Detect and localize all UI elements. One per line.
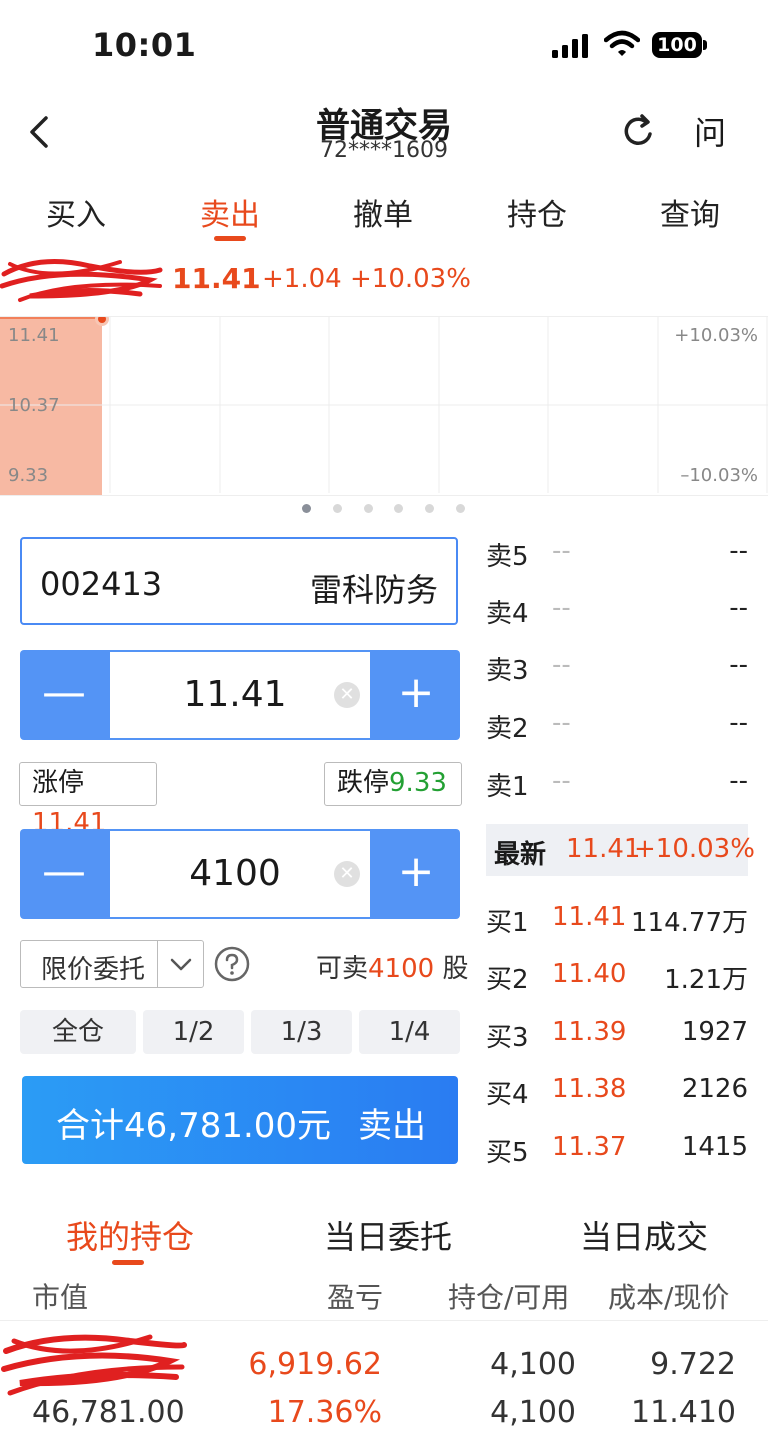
question-icon[interactable]: [214, 946, 250, 982]
price-field[interactable]: 11.41 ✕: [110, 652, 370, 738]
clear-price-icon[interactable]: ✕: [334, 682, 360, 708]
tab-today-trades[interactable]: 当日成交: [580, 1212, 708, 1258]
help-link[interactable]: 问: [694, 108, 726, 154]
quantity-value: 4100: [189, 853, 281, 894]
avail-unit: 股: [442, 954, 469, 984]
battery-icon: 100: [652, 32, 708, 58]
tab-query[interactable]: 查询: [630, 190, 750, 234]
intraday-chart[interactable]: 11.41 10.37 9.33 +10.03% –10.03%: [0, 316, 768, 496]
order-type-value: 限价委托: [41, 955, 146, 985]
holding-row[interactable]: 46,781.00 6,919.62 17.36% 4,100 4,100 9.…: [0, 1320, 768, 1435]
quote-row: 11.41 +1.04 +10.03%: [0, 250, 768, 310]
redacted-stock-name: [0, 259, 163, 302]
ask-row-2[interactable]: 卖2 -- --: [486, 696, 748, 754]
tab-my-holdings[interactable]: 我的持仓: [66, 1212, 194, 1258]
bid-row-1[interactable]: 买1 11.41 114.77万: [486, 890, 748, 948]
tab-cancel[interactable]: 撤单: [323, 190, 443, 234]
stock-name: 雷科防务: [309, 571, 438, 609]
limit-down-button[interactable]: 跌停9.33: [324, 762, 462, 806]
account-number: 72****1609: [320, 138, 448, 163]
quantity-decrease-button[interactable]: —: [20, 829, 108, 919]
redacted-holding-name: [1, 1334, 187, 1396]
active-bottom-tab-indicator: [112, 1260, 144, 1265]
quarter-position-button[interactable]: 1/4: [359, 1010, 460, 1054]
wifi-icon: [604, 30, 640, 56]
bid-row-5[interactable]: 买5 11.37 1415: [486, 1120, 748, 1178]
header-market-value: 市值: [32, 1281, 89, 1314]
price-increase-button[interactable]: +: [372, 650, 460, 740]
back-arrow-icon[interactable]: [26, 112, 54, 152]
ask-row-4[interactable]: 卖4 -- --: [486, 581, 748, 639]
stock-code-input[interactable]: 002413 雷科防务: [20, 537, 458, 625]
tab-sell[interactable]: 卖出: [170, 190, 290, 234]
holding-position: 4,100: [490, 1347, 576, 1382]
chart-page-indicator[interactable]: [300, 504, 470, 518]
chevron-down-icon: [157, 941, 192, 987]
tab-buy[interactable]: 买入: [16, 190, 136, 234]
quote-price: 11.41: [172, 262, 261, 295]
ask-row-5[interactable]: 卖5 -- --: [486, 524, 748, 582]
trade-tabs: 买入 卖出 撤单 持仓 查询: [0, 176, 768, 248]
ask-row-3[interactable]: 卖3 -- --: [486, 638, 748, 696]
active-tab-indicator: [214, 236, 246, 241]
full-position-button[interactable]: 全仓: [20, 1010, 136, 1054]
latest-price: 11.41: [566, 834, 641, 864]
limit-up-label: 涨停: [32, 768, 85, 798]
limit-up-button[interactable]: 涨停11.41: [19, 762, 157, 838]
bid-row-3[interactable]: 买3 11.39 1927: [486, 1005, 748, 1063]
cellular-signal-icon: [552, 34, 588, 58]
price-decrease-button[interactable]: —: [20, 650, 108, 740]
header-position: 持仓/可用: [448, 1281, 570, 1314]
price-stepper: — 11.41 ✕ +: [20, 650, 460, 740]
quote-change: +1.04: [262, 264, 342, 294]
quote-change-pct: +10.03%: [350, 264, 471, 294]
tab-positions[interactable]: 持仓: [477, 190, 597, 234]
holding-profit: 6,919.62: [248, 1347, 382, 1382]
chart-mid-price: 10.37: [8, 395, 60, 416]
avail-label: 可卖: [316, 954, 369, 984]
submit-action-label: 卖出: [358, 1106, 426, 1146]
chart-top-price: 11.41: [8, 325, 60, 346]
quantity-field[interactable]: 4100 ✕: [110, 831, 370, 917]
header-profit: 盈亏: [327, 1281, 384, 1314]
holding-profit-pct: 17.36%: [267, 1395, 382, 1430]
quantity-increase-button[interactable]: +: [372, 829, 460, 919]
clear-quantity-icon[interactable]: ✕: [334, 861, 360, 887]
bid-row-4[interactable]: 买4 11.38 2126: [486, 1062, 748, 1120]
sell-submit-button[interactable]: 合计46,781.00元 卖出: [22, 1076, 458, 1164]
status-bar: 10:01 100: [0, 0, 768, 90]
refresh-icon[interactable]: [620, 112, 656, 152]
bid-row-2[interactable]: 买2 11.40 1.21万: [486, 947, 748, 1005]
limit-down-price: 9.33: [389, 768, 447, 798]
order-total: 合计46,781.00元: [56, 1106, 332, 1146]
price-value: 11.41: [183, 674, 287, 715]
chart-bottom-pct: –10.03%: [680, 465, 758, 486]
holding-market-value: 46,781.00: [32, 1395, 185, 1430]
battery-level: 100: [652, 32, 702, 58]
status-time: 10:01: [92, 26, 197, 64]
nav-bar: 普通交易 72****1609 问: [0, 90, 768, 176]
chart-grid: [0, 317, 768, 493]
holding-current: 11.410: [631, 1395, 736, 1430]
holding-cost: 9.722: [650, 1347, 736, 1382]
holdings-tabs: 我的持仓 当日委托 当日成交: [0, 1198, 768, 1268]
latest-label: 最新: [494, 840, 547, 870]
chart-top-pct: +10.03%: [674, 325, 758, 346]
half-position-button[interactable]: 1/2: [143, 1010, 244, 1054]
ask-row-1[interactable]: 卖1 -- --: [486, 754, 748, 812]
limit-down-label: 跌停: [337, 768, 390, 798]
latest-price-row: 最新 11.41 +10.03%: [486, 824, 755, 876]
third-position-button[interactable]: 1/3: [251, 1010, 352, 1054]
chart-bottom-price: 9.33: [8, 465, 49, 486]
latest-pct: +10.03%: [634, 834, 755, 864]
tab-today-orders[interactable]: 当日委托: [324, 1212, 452, 1258]
header-cost: 成本/现价: [608, 1281, 730, 1314]
order-type-select[interactable]: 限价委托: [20, 940, 204, 988]
avail-qty: 4100: [368, 954, 435, 984]
holding-available: 4,100: [490, 1395, 576, 1430]
quantity-stepper: — 4100 ✕ +: [20, 829, 460, 919]
available-to-sell: 可卖4100 股: [316, 948, 468, 985]
stock-code: 002413: [40, 565, 163, 603]
